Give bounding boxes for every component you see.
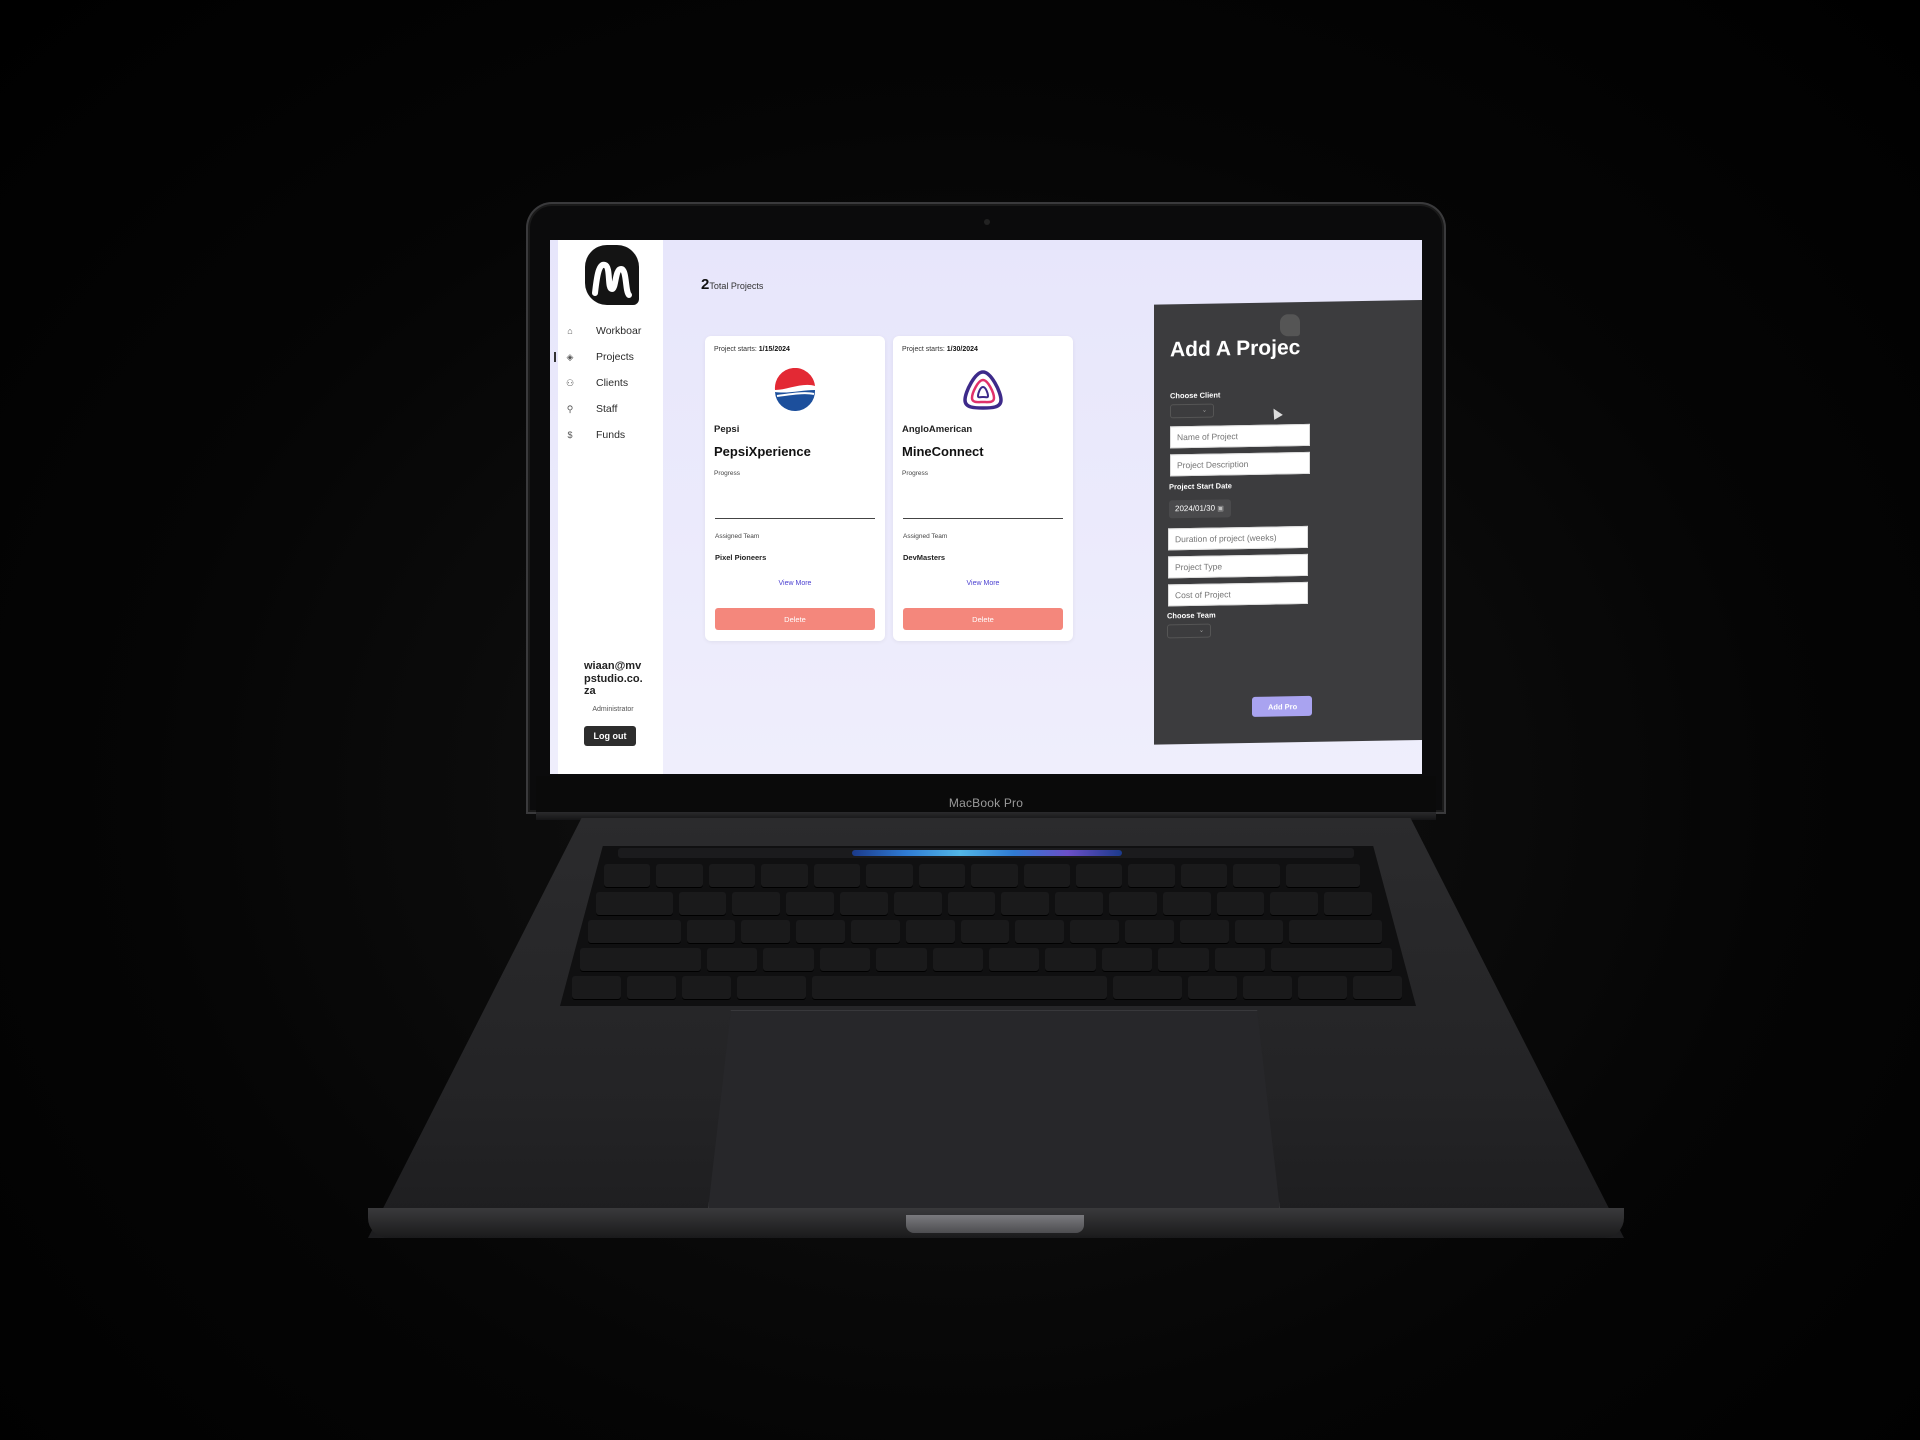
project-cost-input[interactable] (1168, 581, 1308, 607)
user-role: Administrator (592, 706, 634, 713)
lid-notch (906, 1215, 1084, 1233)
sidebar-item-staff[interactable]: ⚲ Staff (558, 396, 663, 422)
camera-icon (984, 219, 990, 225)
keyboard-row (604, 864, 1360, 888)
touch-bar-display (852, 850, 1122, 856)
keyboard-row (588, 920, 1382, 944)
sidebar-item-clients[interactable]: ⚇ Clients (558, 370, 663, 396)
assigned-team: Pixel Pioneers (715, 553, 767, 562)
project-card: Project starts: 1/15/2024 Pepsi PepsiXpe… (705, 336, 885, 641)
progress-label: Progress (714, 470, 741, 477)
add-project-button[interactable]: Add Pro (1252, 695, 1312, 717)
choose-client-label: Choose Client (1170, 390, 1221, 401)
keyboard-row (596, 892, 1373, 916)
calendar-icon: ▣ (1217, 505, 1224, 513)
progress-bar (715, 518, 875, 519)
progress-label: Progress (902, 470, 929, 477)
choose-client-select[interactable]: ⌄ (1170, 403, 1214, 419)
project-start-date: 1/15/2024 (758, 346, 790, 353)
project-type-input[interactable] (1168, 553, 1308, 579)
angloamerican-logo-icon (963, 370, 1003, 410)
touch-bar (618, 848, 1354, 858)
chevron-down-icon: ⌄ (1201, 407, 1207, 414)
chevron-down-icon: ⌄ (1198, 627, 1204, 634)
project-name: MineConnect (902, 444, 984, 459)
sidebar-item-label: Projects (596, 351, 634, 363)
start-date-input[interactable]: 2024/01/30 ▣ (1169, 499, 1231, 519)
project-name: PepsiXperience (714, 444, 811, 459)
project-start-label: Project starts: (714, 346, 757, 353)
trackpad-border (708, 1010, 1280, 1210)
project-description-input[interactable] (1170, 451, 1310, 477)
sidebar-item-label: Clients (596, 377, 629, 389)
users-icon: ⚇ (565, 377, 575, 388)
start-date-value: 2024/01/30 (1175, 503, 1216, 514)
sidebar-item-projects[interactable]: ◈ Projects (554, 344, 663, 370)
project-name-input[interactable] (1170, 423, 1310, 449)
user-check-icon: ⚲ (566, 403, 574, 414)
dollar-icon: $ (567, 430, 573, 440)
view-more-link[interactable]: View More (893, 580, 1073, 587)
assigned-team: DevMasters (903, 553, 946, 562)
project-client: AngloAmerican (902, 424, 973, 435)
total-projects-label: Total Projects (709, 281, 764, 291)
sidebar-item-workboard[interactable]: ⌂ Workboar (558, 318, 663, 344)
sidebar-item-label: Workboar (596, 325, 642, 337)
sidebar-item-label: Staff (596, 403, 618, 415)
project-start-label: Project starts: (902, 346, 945, 353)
device-brand-label: MacBook Pro (948, 796, 1024, 810)
sidebar-item-label: Funds (596, 429, 626, 441)
pepsi-logo-icon (774, 368, 816, 412)
duration-input[interactable] (1168, 525, 1308, 551)
total-projects: 2Total Projects (701, 276, 763, 293)
sidebar-nav: ⌂ Workboar ◈ Projects ⚇ Clients ⚲ Staff … (554, 318, 663, 448)
logout-button[interactable]: Log out (584, 726, 636, 746)
sidebar: ⌂ Workboar ◈ Projects ⚇ Clients ⚲ Staff … (554, 240, 663, 774)
keyboard-row (580, 948, 1392, 972)
app-screen: ⌂ Workboar ◈ Projects ⚇ Clients ⚲ Staff … (550, 240, 1422, 774)
start-date-label: Project Start Date (1169, 481, 1232, 492)
home-icon: ⌂ (567, 326, 573, 336)
project-start-date: 1/30/2024 (946, 346, 978, 353)
choose-team-label: Choose Team (1167, 610, 1216, 621)
view-more-link[interactable]: View More (705, 580, 885, 587)
brand-logo-icon (1280, 314, 1300, 337)
delete-button[interactable]: Delete (903, 608, 1063, 630)
project-start: Project starts: 1/15/2024 (714, 346, 790, 353)
delete-button[interactable]: Delete (715, 608, 875, 630)
assigned-team-label: Assigned Team (715, 533, 760, 540)
brand-logo-icon[interactable] (585, 245, 639, 305)
project-card: Project starts: 1/30/2024 AngloAmerican … (893, 336, 1073, 641)
user-email: wiaan@mvpstudio.co.za (584, 660, 643, 697)
project-client: Pepsi (714, 424, 740, 435)
assigned-team-label: Assigned Team (903, 533, 948, 540)
choose-team-select[interactable]: ⌄ (1167, 623, 1211, 639)
project-start: Project starts: 1/30/2024 (902, 346, 978, 353)
sidebar-item-funds[interactable]: $ Funds (558, 422, 663, 448)
progress-bar (903, 518, 1063, 519)
add-project-panel: Add A Projec Choose Client ⌄ Project Sta… (1154, 299, 1422, 745)
layers-icon: ◈ (566, 351, 574, 362)
keyboard-row (572, 976, 1402, 1000)
add-project-title: Add A Projec (1170, 336, 1301, 362)
